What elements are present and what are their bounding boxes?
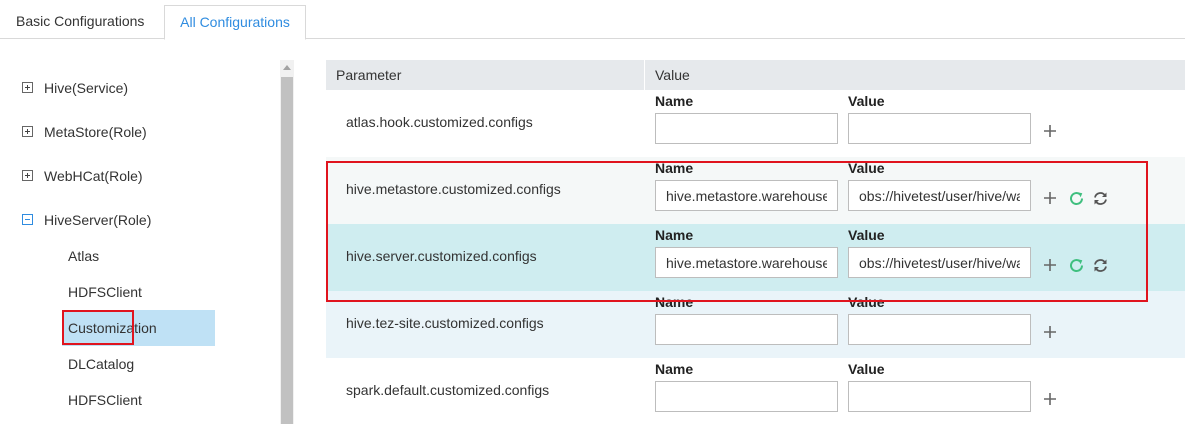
parameter-name: atlas.hook.customized.configs — [346, 114, 533, 130]
value-input[interactable] — [848, 314, 1031, 345]
name-input[interactable] — [655, 314, 838, 345]
name-input[interactable] — [655, 113, 838, 144]
scroll-thumb[interactable] — [281, 77, 293, 424]
table-row: hive.metastore.customized.configs Name V… — [326, 157, 1185, 224]
tree-item-label: HiveServer(Role) — [44, 212, 152, 228]
plus-icon[interactable] — [1043, 258, 1057, 272]
tree-item-label: WebHCat(Role) — [44, 168, 143, 184]
table-row: spark.default.customized.configs Name Va… — [326, 358, 1185, 425]
name-label: Name — [655, 93, 694, 109]
refresh-icon[interactable] — [1068, 257, 1085, 274]
parameter-name: hive.metastore.customized.configs — [346, 181, 561, 197]
column-header-value: Value — [655, 67, 690, 83]
sync-icon[interactable] — [1092, 190, 1109, 207]
tree-scrollbar[interactable] — [280, 60, 294, 424]
value-label: Value — [848, 227, 885, 243]
column-divider — [644, 60, 645, 90]
value-input[interactable] — [848, 247, 1031, 278]
plus-icon[interactable] — [1043, 392, 1057, 406]
name-label: Name — [655, 160, 694, 176]
tree-leaf-hdfsclient[interactable]: HDFSClient — [62, 274, 215, 310]
value-input[interactable] — [848, 381, 1031, 412]
tree-item-label: MetaStore(Role) — [44, 124, 147, 140]
scroll-up-arrow-icon[interactable] — [280, 60, 294, 76]
table-row: hive.tez-site.customized.configs Name Va… — [326, 291, 1185, 358]
plus-icon[interactable] — [1043, 124, 1057, 138]
config-tree: Hive(Service) MetaStore(Role) WebHCat(Ro… — [0, 62, 280, 424]
value-label: Value — [848, 294, 885, 310]
column-header-parameter: Parameter — [336, 67, 402, 83]
value-label: Value — [848, 93, 885, 109]
expand-icon[interactable] — [22, 82, 33, 93]
name-label: Name — [655, 294, 694, 310]
parameter-name: hive.server.customized.configs — [346, 248, 537, 264]
tree-leaf-customization[interactable]: Customization — [62, 310, 215, 346]
parameter-table: Parameter Value atlas.hook.customized.co… — [326, 60, 1185, 424]
plus-icon[interactable] — [1043, 325, 1057, 339]
name-label: Name — [655, 227, 694, 243]
name-input[interactable] — [655, 180, 838, 211]
table-row: atlas.hook.customized.configs Name Value — [326, 90, 1185, 157]
table-header: Parameter Value — [326, 60, 1185, 90]
sync-icon[interactable] — [1092, 257, 1109, 274]
expand-icon[interactable] — [22, 126, 33, 137]
tree-item-label: Hive(Service) — [44, 80, 129, 96]
tree-leaf-dlcatalog[interactable]: DLCatalog — [62, 346, 215, 382]
config-tabs: Basic Configurations All Configurations — [0, 0, 1185, 40]
parameter-name: hive.tez-site.customized.configs — [346, 315, 544, 331]
name-label: Name — [655, 361, 694, 377]
name-input[interactable] — [655, 381, 838, 412]
name-input[interactable] — [655, 247, 838, 278]
tab-basic-configurations[interactable]: Basic Configurations — [16, 0, 144, 39]
parameter-name: spark.default.customized.configs — [346, 382, 550, 398]
value-input[interactable] — [848, 113, 1031, 144]
plus-icon[interactable] — [1043, 191, 1057, 205]
value-label: Value — [848, 361, 885, 377]
collapse-icon[interactable] — [22, 214, 33, 225]
expand-icon[interactable] — [22, 170, 33, 181]
tab-all-configurations[interactable]: All Configurations — [164, 5, 306, 40]
value-label: Value — [848, 160, 885, 176]
tree-leaf-hdfsclient-2[interactable]: HDFSClient — [62, 382, 215, 418]
value-input[interactable] — [848, 180, 1031, 211]
tree-leaf-atlas[interactable]: Atlas — [62, 238, 215, 274]
refresh-icon[interactable] — [1068, 190, 1085, 207]
table-row: hive.server.customized.configs Name Valu… — [326, 224, 1185, 291]
